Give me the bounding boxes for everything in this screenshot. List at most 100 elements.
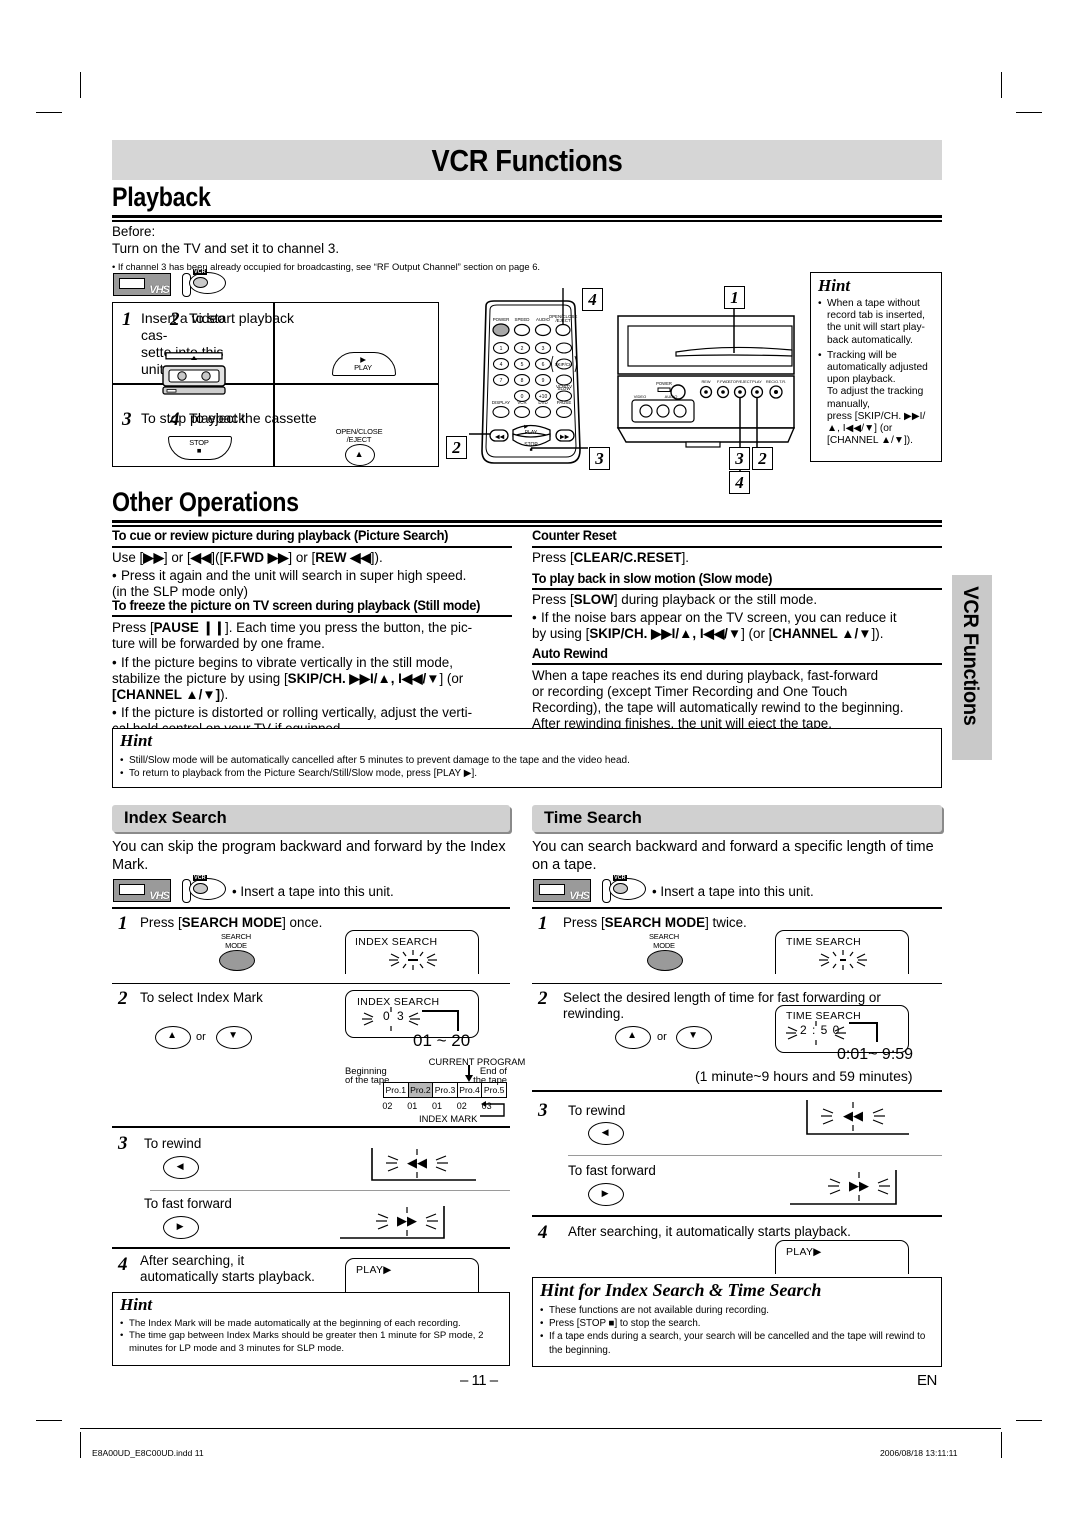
- down-arrow-icon: ▼: [228, 1030, 238, 1041]
- manual-page: VCR Functions Playback Before: Turn on t…: [0, 0, 1080, 1528]
- svg-text:POWER: POWER: [656, 381, 672, 386]
- side-tab-label: VCR Functions: [959, 586, 982, 726]
- search-mode-label: SEARCH MODE: [648, 932, 680, 950]
- svg-text:0: 0: [521, 394, 524, 400]
- svg-text:4: 4: [500, 362, 503, 368]
- callout-4-panel: 4: [729, 471, 750, 494]
- step-text-2: To fast forward: [568, 1163, 656, 1178]
- svg-text:DISPLAY: DISPLAY: [492, 400, 510, 405]
- display-text: INDEX SEARCH: [355, 936, 438, 948]
- step-text: After searching, it automatically starts…: [568, 1224, 851, 1239]
- eject-icon: ▲: [354, 449, 364, 459]
- eject-button-label: OPEN/CLOSE /EJECT: [335, 427, 383, 444]
- index-mark-leader: [478, 1100, 510, 1122]
- hint-item: The Index Mark will be made automaticall…: [120, 1318, 502, 1331]
- svg-text:7: 7: [500, 378, 503, 384]
- auto-rewind-text: When a tape reaches its end during playb…: [532, 668, 904, 731]
- crop-mark: [1016, 112, 1042, 113]
- crop-mark: [1001, 1432, 1002, 1458]
- fast-forward-icon: ▶: [601, 1188, 609, 1198]
- up-arrow-icon: ▲: [627, 1030, 637, 1041]
- rewind-icon: ◀: [176, 1161, 184, 1171]
- hint-title: Hint: [818, 276, 851, 295]
- svg-text:SPEED: SPEED: [515, 317, 530, 322]
- remote-control-diagram: ◀◀ ▶▶ ▶ PLAY STOP ■ POWERSPEEDAUDIO OPEN…: [468, 288, 593, 475]
- svg-text:AUDIO: AUDIO: [665, 394, 678, 399]
- up-arrow-icon: ▲: [167, 1030, 177, 1041]
- vcr-hand-icon: VCR: [178, 269, 226, 297]
- svg-text:PLAY: PLAY: [525, 430, 538, 436]
- before-label: Before:: [112, 224, 156, 239]
- program-cell-current: Pro.2: [408, 1083, 434, 1097]
- program-cell: Pro.5: [483, 1085, 505, 1095]
- index-mark-value: 02: [382, 1101, 393, 1111]
- fast-forward-display: ▶▶: [340, 1204, 452, 1242]
- rewind-display: ◀◀: [805, 1100, 915, 1140]
- divider: [112, 907, 510, 909]
- blink-icon: [815, 948, 871, 972]
- time-search-intro: You can search backward and forward a sp…: [532, 839, 934, 873]
- heading-rule: [112, 520, 942, 527]
- subhead-auto-rewind: Auto Rewind: [532, 645, 608, 661]
- time-insert-note: • Insert a tape into this unit.: [652, 884, 814, 899]
- hint-item: If a tape ends during a search, your sea…: [540, 1330, 934, 1356]
- time-display-value: 2 : 5 0: [800, 1023, 841, 1037]
- svg-text:VCR: VCR: [517, 400, 526, 405]
- play-button-label: PLAY: [354, 363, 372, 372]
- svg-text:8: 8: [521, 378, 524, 384]
- still-mode-note-1: If the picture begins to vibrate vertica…: [112, 655, 522, 703]
- subhead-rule: [112, 615, 512, 617]
- display-text: PLAY▶: [356, 1264, 392, 1276]
- crop-mark: [1001, 72, 1002, 98]
- index-insert-note: • Insert a tape into this unit.: [232, 884, 394, 899]
- hint-item: To return to playback from the Picture S…: [120, 767, 932, 780]
- index-search-title: Index Search: [124, 809, 227, 827]
- still-mode-line: Press [PAUSE ❙❙]. Each time you press th…: [112, 620, 473, 651]
- callout-2-panel: 2: [752, 447, 773, 470]
- svg-text:+10: +10: [539, 394, 548, 400]
- index-search-intro: You can skip the program backward and fo…: [112, 839, 506, 873]
- hint-item: These functions are not available during…: [540, 1304, 934, 1317]
- svg-text:PLAY: PLAY: [752, 379, 762, 384]
- search-mode-button[interactable]: [647, 950, 683, 971]
- step-text-2: To fast forward: [144, 1196, 232, 1211]
- divider: [568, 1155, 942, 1156]
- search-mode-button[interactable]: [219, 950, 255, 971]
- down-arrow-icon: ▼: [688, 1030, 698, 1041]
- vcr-hand-icon: VCR: [178, 875, 226, 903]
- picture-search-note: Press it again and the unit will search …: [112, 568, 522, 600]
- svg-text:9: 9: [542, 378, 545, 384]
- step-number: 1: [538, 913, 548, 934]
- step-text: To select Index Mark: [140, 990, 263, 1005]
- leader-line: [849, 1020, 883, 1046]
- svg-text:VIDEO: VIDEO: [634, 394, 646, 399]
- callout-2: 2: [446, 436, 467, 459]
- svg-text:3: 3: [542, 346, 545, 352]
- step-text: To start playback: [189, 310, 295, 326]
- hint-item: Press [STOP ■] to stop the search.: [540, 1317, 934, 1330]
- index-mark-value: 01: [431, 1101, 442, 1111]
- svg-text:◀◀: ◀◀: [495, 435, 505, 441]
- svg-text:SKIP/CH.: SKIP/CH.: [555, 362, 574, 367]
- svg-text:▶▶: ▶▶: [397, 1213, 417, 1228]
- before-line: Turn on the TV and set it to channel 3.: [112, 241, 340, 256]
- divider: [532, 1215, 942, 1217]
- display-text: TIME SEARCH: [786, 936, 862, 948]
- subhead-rule: [532, 663, 942, 665]
- before-note: • If channel 3 has been already occupied…: [112, 261, 541, 272]
- heading-rule: [112, 215, 942, 222]
- svg-text:STOP/EJECT: STOP/EJECT: [728, 379, 753, 384]
- section-heading-other-operations: Other Operations: [112, 487, 299, 517]
- or-label: or: [196, 1031, 206, 1043]
- fast-forward-icon: ▶: [176, 1221, 184, 1231]
- subhead-rule: [532, 588, 942, 590]
- subhead-still-mode: To freeze the picture on TV screen durin…: [112, 597, 481, 613]
- program-timeline: Pro.1 Pro.2 Pro.3 Pro.4 Pro.5: [383, 1082, 507, 1098]
- footer-rule: [80, 1428, 1001, 1429]
- step-number: 3: [122, 409, 132, 430]
- footer-timestamp: 2006/08/18 13:11:11: [880, 1448, 958, 1458]
- vcr-hand-icon: VCR: [598, 875, 646, 903]
- hint-item: Tracking will be automatically adjusted …: [818, 350, 936, 448]
- index-mark-value: 02: [456, 1101, 467, 1111]
- step-text: To rewind: [144, 1136, 202, 1151]
